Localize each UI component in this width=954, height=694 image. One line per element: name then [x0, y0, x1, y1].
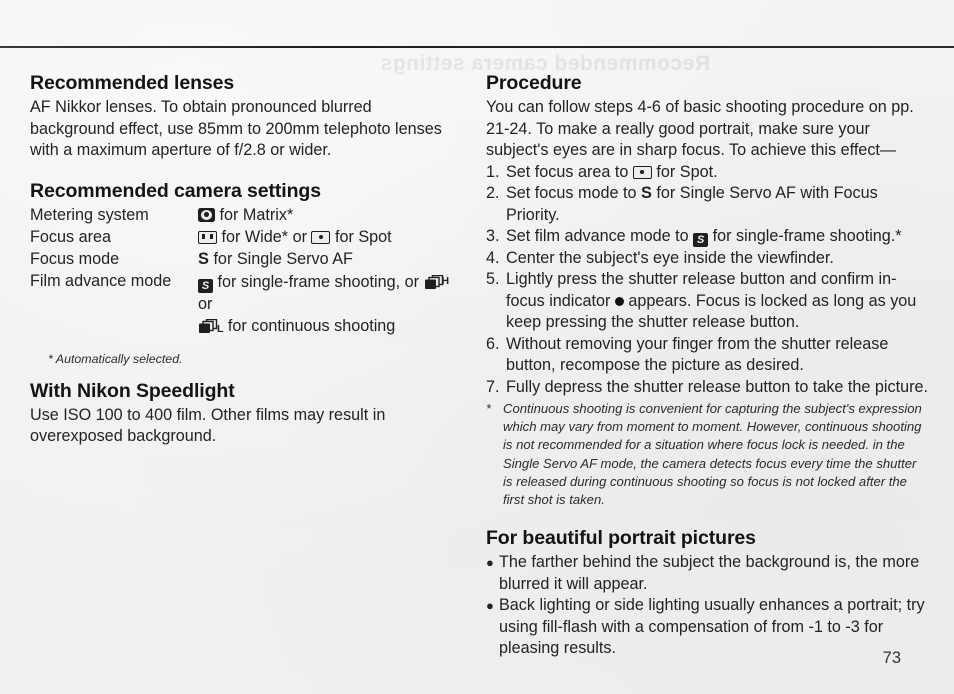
- list-item-text: Back lighting or side lighting usually e…: [499, 596, 925, 658]
- list-item: ● Back lighting or side lighting usually…: [486, 595, 928, 660]
- page-number: 73: [882, 649, 901, 667]
- spot-focus-area-icon: [632, 165, 652, 179]
- step-text: Set focus area to for Spot.: [506, 162, 928, 184]
- procedure-step: 2. Set focus mode to S for Single Servo …: [486, 183, 928, 226]
- recommended-settings-heading: Recommended camera settings: [30, 179, 321, 202]
- step-number: 4.: [486, 248, 500, 267]
- setting-value-text: for single-frame shooting, or: [217, 272, 420, 291]
- footnote-marker: *: [486, 402, 491, 416]
- step-number: 3.: [486, 227, 500, 245]
- setting-value-text: for Wide* or: [221, 227, 307, 246]
- step-text: Fully depress the shutter release button…: [506, 377, 929, 396]
- matrix-metering-icon: [198, 207, 215, 222]
- recommended-lenses-body: AF Nikkor lenses. To obtain pronounced b…: [30, 98, 442, 159]
- step-number: 2.: [486, 184, 500, 202]
- spot-focus-area-icon: [311, 230, 331, 244]
- setting-row-focus-mode: Focus mode S for Single Servo AF: [30, 248, 460, 270]
- step-number: 5.: [486, 270, 500, 288]
- bullet-icon: ●: [486, 598, 494, 614]
- bullet-icon: ●: [486, 555, 494, 571]
- step-number: 6.: [486, 334, 500, 353]
- step-number: 1.: [486, 162, 500, 181]
- setting-row-film-advance-mode: Film advance mode S for single-frame sho…: [30, 270, 460, 315]
- setting-value-text: for Matrix*: [219, 205, 294, 224]
- setting-value-text: for Single Servo AF: [213, 249, 353, 268]
- setting-label: Focus area: [30, 227, 111, 246]
- left-column: Recommended lenses AF Nikkor lenses. To …: [30, 72, 460, 448]
- procedure-steps-list: 1. Set focus area to for Spot. 2. Set fo…: [486, 162, 928, 399]
- setting-value: S for Single Servo AF: [198, 248, 460, 270]
- step-text-after: for single-frame shooting.*: [712, 227, 902, 245]
- procedure-step: 3. Set film advance mode to S for single…: [486, 226, 928, 248]
- list-item: ● The farther behind the subject the bac…: [486, 552, 928, 595]
- step-text-before: Set film advance mode to: [506, 227, 689, 245]
- speedlight-body: Use ISO 100 to 400 film. Other films may…: [30, 405, 386, 446]
- portrait-tips-list: ● The farther behind the subject the bac…: [486, 552, 928, 660]
- continuous-low-icon: [198, 318, 219, 334]
- list-item-text: The farther behind the subject the backg…: [499, 553, 920, 593]
- single-servo-s-icon: S: [640, 184, 652, 202]
- procedure-step: 4. Center the subject's eye inside the v…: [486, 248, 928, 270]
- step-text: Set film advance mode to S for single-fr…: [506, 226, 928, 248]
- right-column: Procedure You can follow steps 4-6 of ba…: [486, 72, 928, 660]
- camera-settings-list: Metering system for Matrix* Focus area f…: [30, 204, 460, 367]
- single-frame-icon: S: [693, 233, 709, 247]
- step-text-after: for Spot.: [656, 162, 718, 181]
- setting-label: Metering system: [30, 205, 149, 224]
- setting-label: Film advance mode: [30, 271, 172, 290]
- procedure-footnote: * Continuous shooting is convenient for …: [486, 400, 928, 509]
- wide-focus-area-icon: [198, 230, 217, 244]
- procedure-intro: You can follow steps 4-6 of basic shooti…: [486, 98, 914, 159]
- step-text-before: Set focus mode to: [506, 184, 637, 202]
- in-focus-dot-icon: [614, 296, 624, 306]
- setting-label: Focus mode: [30, 249, 120, 268]
- setting-row-metering-system: Metering system for Matrix*: [30, 204, 460, 226]
- recommended-lenses-heading: Recommended lenses: [30, 72, 235, 94]
- procedure-step: 5. Lightly press the shutter release but…: [486, 269, 928, 334]
- procedure-step: 1. Set focus area to for Spot.: [486, 162, 928, 184]
- continuous-high-icon: [424, 274, 445, 290]
- step-text: Set focus mode to S for Single Servo AF …: [506, 183, 928, 226]
- step-text: Center the subject's eye inside the view…: [506, 248, 834, 267]
- procedure-step: 6. Without removing your finger from the…: [486, 334, 928, 377]
- setting-value-text-2: or: [198, 294, 213, 313]
- settings-footnote: * Automatically selected.: [48, 351, 183, 366]
- step-text-before: Set focus area to: [506, 162, 629, 181]
- setting-value: S for single-frame shooting, or H or: [198, 270, 460, 315]
- manual-page: Recommended camera settings Recommended …: [0, 0, 954, 694]
- setting-value-text-2: for Spot: [334, 227, 392, 246]
- setting-row-film-advance-continuation: L for continuous shooting: [30, 315, 460, 340]
- setting-continuation-text: for continuous shooting: [227, 316, 396, 335]
- procedure-step: 7. Fully depress the shutter release but…: [486, 377, 928, 399]
- setting-row-focus-area: Focus area for Wide* or for Spot: [30, 226, 460, 248]
- single-servo-s-icon: S: [198, 249, 209, 268]
- procedure-heading: Procedure: [486, 72, 582, 94]
- step-number: 7.: [486, 377, 500, 396]
- footnote-text: Continuous shooting is convenient for ca…: [503, 401, 922, 508]
- speedlight-heading: With Nikon Speedlight: [30, 379, 235, 402]
- single-frame-icon: S: [198, 278, 213, 293]
- step-text: Without removing your finger from the sh…: [506, 334, 889, 375]
- setting-value: for Matrix*: [198, 204, 460, 226]
- step-text: Lightly press the shutter release button…: [506, 269, 928, 334]
- header-rule: [0, 46, 954, 48]
- setting-value: for Wide* or for Spot: [198, 226, 460, 248]
- portrait-tips-heading: For beautiful portrait pictures: [486, 527, 756, 550]
